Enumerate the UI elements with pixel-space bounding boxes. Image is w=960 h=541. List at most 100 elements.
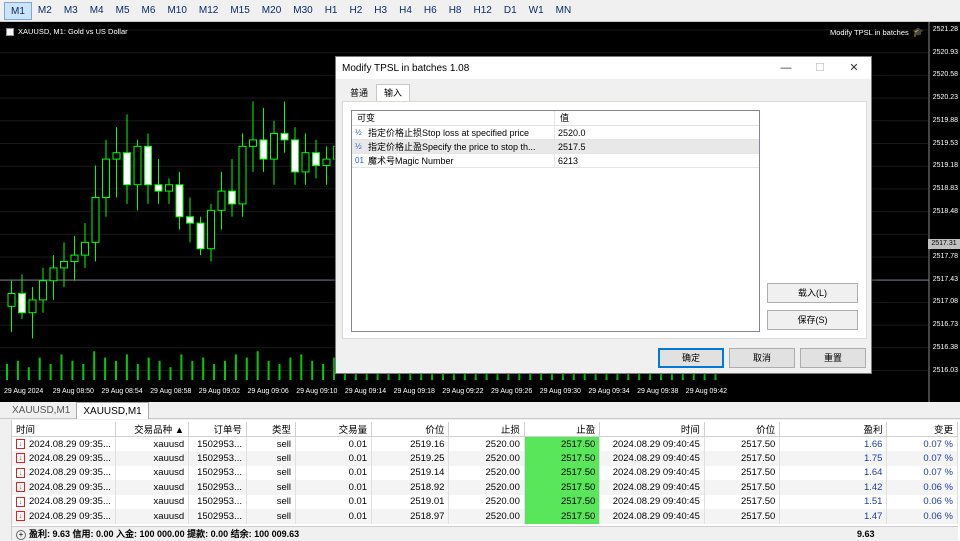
input-name: 指定价格止损Stop loss at specified price xyxy=(368,128,530,138)
col-price-current[interactable]: 价位 xyxy=(704,422,781,437)
graduation-cap-icon: 🎓 xyxy=(912,27,924,37)
table-row[interactable]: ↓ 2024.08.29 09:35... xauusd 1502953... sell… xyxy=(12,451,958,466)
expert-advisor-label[interactable]: Modify TPSL in batches 🎓 xyxy=(830,27,924,38)
cell-8: 2024.08.29 09:40:45 xyxy=(599,436,705,451)
input-value-field[interactable]: 2520.0 xyxy=(555,126,759,139)
cell-5: 2519.01 xyxy=(371,494,450,509)
col-volume[interactable]: 交易量 xyxy=(295,422,373,437)
volume-bar xyxy=(191,360,194,380)
volume-bar xyxy=(278,364,281,380)
timeframe-button-m6[interactable]: M6 xyxy=(136,2,162,20)
tab-inputs[interactable]: 输入 xyxy=(376,84,411,101)
chart-title-text: XAUUSD, M1: Gold vs US Dollar xyxy=(18,27,128,36)
chart-tab-active[interactable]: XAUUSD,M1 xyxy=(76,402,149,419)
timeframe-button-m2[interactable]: M2 xyxy=(32,2,58,20)
cell-5: 2518.92 xyxy=(371,480,450,495)
col-time-current[interactable]: 时间 xyxy=(599,422,705,437)
volume-bar xyxy=(125,354,128,380)
timeframe-button-m5[interactable]: M5 xyxy=(110,2,136,20)
timeframe-button-d1[interactable]: D1 xyxy=(498,2,523,20)
sell-position-icon: ↓ xyxy=(16,511,25,522)
timeframe-button-h1[interactable]: H1 xyxy=(319,2,344,20)
header-variable[interactable]: 可变 xyxy=(352,111,555,125)
input-row-magic-number[interactable]: 01 魔术号Magic Number 6213 xyxy=(352,154,759,168)
timeframe-button-h8[interactable]: H8 xyxy=(443,2,468,20)
integer-type-icon: 01 xyxy=(355,156,364,165)
timeframe-button-m12[interactable]: M12 xyxy=(193,2,224,20)
time-axis-label: 29 Aug 09:06 xyxy=(247,388,289,395)
cell-9: 2517.50 xyxy=(704,436,781,451)
timeframe-button-h6[interactable]: H6 xyxy=(418,2,443,20)
col-price[interactable]: 价位 xyxy=(371,422,450,437)
timeframe-button-m1[interactable]: M1 xyxy=(4,1,32,20)
col-time[interactable]: 时间 xyxy=(12,422,116,437)
reset-button[interactable]: 重置 xyxy=(800,348,866,368)
col-type[interactable]: 类型 xyxy=(246,422,296,437)
tab-common[interactable]: 普通 xyxy=(342,84,376,101)
input-row-take-profit[interactable]: ½ 指定价格止盈Specify the price to stop th... 2… xyxy=(352,140,759,154)
dialog-titlebar[interactable]: Modify TPSL in batches 1.08 — ☐ ✕ xyxy=(336,57,871,79)
cell-3: sell xyxy=(246,494,296,509)
double-type-icon: ½ xyxy=(355,142,362,151)
timeframe-button-h4[interactable]: H4 xyxy=(393,2,418,20)
sell-position-icon: ↓ xyxy=(16,496,25,507)
positions-table: 时间 交易品种 ▲ 订单号 类型 交易量 价位 止损 止盈 时间 价位 盈利 变… xyxy=(12,422,958,524)
table-row[interactable]: ↓ 2024.08.29 09:35... xauusd 1502953... sell… xyxy=(12,465,958,480)
timeframe-button-m20[interactable]: M20 xyxy=(256,2,287,20)
time-axis-label: 29 Aug 08:54 xyxy=(101,388,143,395)
timeframe-button-h2[interactable]: H2 xyxy=(344,2,369,20)
open-time: 2024.08.29 09:35... xyxy=(29,438,111,450)
expand-icon[interactable]: + xyxy=(16,530,26,540)
col-profit[interactable]: 盈利 xyxy=(779,422,888,437)
open-time: 2024.08.29 09:35... xyxy=(29,481,111,493)
cell-6: 2520.00 xyxy=(448,509,525,524)
cell-2: 1502953... xyxy=(188,480,247,495)
timeframe-button-h12[interactable]: H12 xyxy=(467,2,497,20)
timeframe-button-m10[interactable]: M10 xyxy=(161,2,192,20)
price-axis-label: 2516.03 xyxy=(932,366,958,374)
col-tp[interactable]: 止盈 xyxy=(524,422,601,437)
close-icon[interactable]: ✕ xyxy=(837,57,871,79)
save-button[interactable]: 保存(S) xyxy=(767,310,858,330)
col-sl[interactable]: 止损 xyxy=(448,422,525,437)
volume-bar xyxy=(267,360,270,380)
cancel-button[interactable]: 取消 xyxy=(729,348,795,368)
col-symbol[interactable]: 交易品种 ▲ xyxy=(115,422,190,437)
table-row[interactable]: ↓ 2024.08.29 09:35... xauusd 1502953... sell… xyxy=(12,494,958,509)
dialog-title: Modify TPSL in batches 1.08 xyxy=(342,62,470,74)
volume-bar xyxy=(234,354,237,380)
volume-bar xyxy=(224,360,226,380)
input-name: 魔术号Magic Number xyxy=(368,156,454,166)
chart-tab[interactable]: XAUUSD,M1 xyxy=(6,402,76,419)
candle-bull xyxy=(133,145,142,186)
timeframe-button-w1[interactable]: W1 xyxy=(523,2,550,20)
minimize-icon[interactable]: — xyxy=(769,57,803,79)
col-change[interactable]: 变更 xyxy=(886,422,958,437)
input-row-stop-loss[interactable]: ½ 指定价格止损Stop loss at specified price 2520… xyxy=(352,126,759,140)
candle-bull xyxy=(102,158,110,199)
timeframe-button-m4[interactable]: M4 xyxy=(84,2,110,20)
cell-9: 2517.50 xyxy=(704,465,781,480)
col-order[interactable]: 订单号 xyxy=(188,422,247,437)
cell-1: xauusd xyxy=(115,509,190,524)
header-value[interactable]: 值 xyxy=(555,111,759,125)
candle-bear xyxy=(291,139,299,173)
table-row[interactable]: ↓ 2024.08.29 09:35... xauusd 1502953... sell… xyxy=(12,480,958,495)
cell-4: 0.01 xyxy=(295,465,373,480)
timeframe-button-m3[interactable]: M3 xyxy=(58,2,84,20)
grid-header: 可变 值 xyxy=(352,111,759,126)
price-axis-label: 2516.38 xyxy=(932,343,958,351)
timeframe-button-mn[interactable]: MN xyxy=(550,2,578,20)
volume-bar xyxy=(245,357,248,380)
input-value-field[interactable]: 2517.5 xyxy=(555,140,759,153)
timeframe-button-m15[interactable]: M15 xyxy=(224,2,255,20)
candle-bear xyxy=(280,133,289,141)
timeframe-button-h3[interactable]: H3 xyxy=(368,2,393,20)
input-value-field[interactable]: 6213 xyxy=(555,154,759,167)
load-button[interactable]: 载入(L) xyxy=(767,283,858,303)
ok-button[interactable]: 确定 xyxy=(658,348,724,368)
table-row[interactable]: ↓ 2024.08.29 09:35... xauusd 1502953... sell… xyxy=(12,509,958,524)
timeframe-button-m30[interactable]: M30 xyxy=(287,2,318,20)
cell-1: xauusd xyxy=(115,480,190,495)
table-row[interactable]: ↓ 2024.08.29 09:35... xauusd 1502953... sell… xyxy=(12,436,958,451)
